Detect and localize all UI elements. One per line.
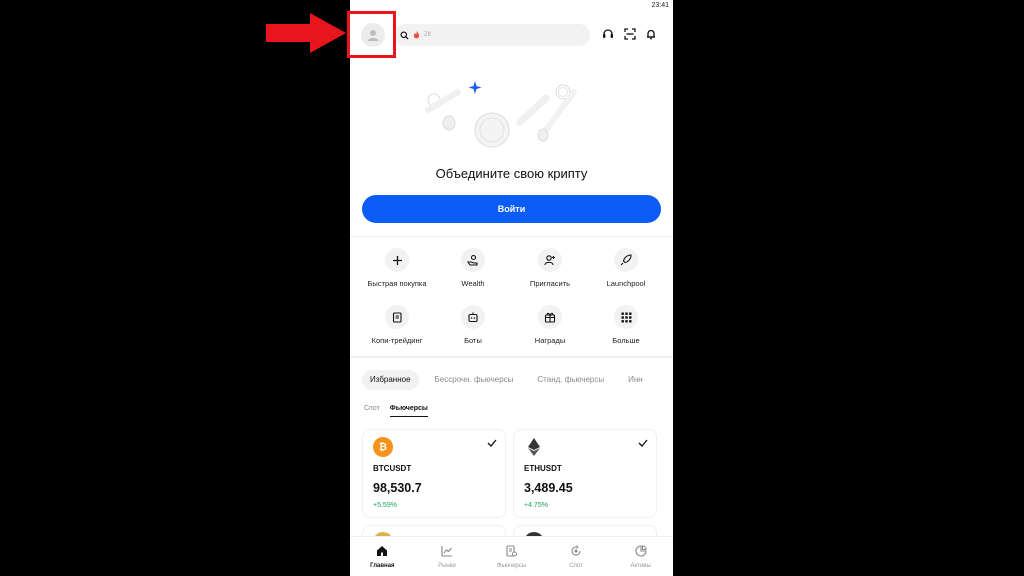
annotation-highlight <box>347 11 396 58</box>
action-label: Быстрая покупка <box>367 279 427 288</box>
tab-perpetual-futures[interactable]: Бессрочн. фьючерсы <box>427 370 522 390</box>
action-bots[interactable]: Боты <box>433 305 513 345</box>
search-icon <box>400 30 409 40</box>
nav-futures[interactable]: Фьючерсы <box>479 537 544 576</box>
copy-trading-icon <box>392 312 402 323</box>
pair-name: ETHUSDT <box>524 464 562 473</box>
nav-label: Спот <box>569 563 583 569</box>
wealth-icon <box>467 254 478 266</box>
pair-change: +4.75% <box>524 502 548 509</box>
nav-label: Главная <box>370 563 395 569</box>
nav-label: Активы <box>630 563 651 569</box>
action-rewards[interactable]: Награды <box>510 305 590 345</box>
action-more[interactable]: Больше <box>586 305 666 345</box>
gift-icon <box>544 312 556 323</box>
hero-title: Объедините свою крипту <box>435 166 588 181</box>
action-copy-trading[interactable]: Копи-трейдинг <box>357 305 437 345</box>
action-launchpool[interactable]: Launchpool <box>586 248 666 288</box>
action-label: Launchpool <box>606 279 646 288</box>
divider <box>350 236 673 237</box>
fire-icon <box>413 31 420 39</box>
scan-icon[interactable] <box>623 27 637 41</box>
home-icon <box>377 546 388 556</box>
action-label: Wealth <box>461 279 485 288</box>
assets-icon <box>635 545 647 557</box>
bottom-nav: Главная Рынки Фьючерсы Спот Активы <box>350 536 673 576</box>
nav-assets[interactable]: Активы <box>608 537 673 576</box>
action-quick-buy[interactable]: Быстрая покупка <box>357 248 437 288</box>
ethereum-icon <box>524 437 544 457</box>
invite-icon <box>544 255 555 266</box>
top-bar: ZK <box>350 18 673 52</box>
search-input[interactable]: ZK <box>394 24 590 46</box>
tab-favorites[interactable]: Избранное <box>362 370 419 390</box>
bitcoin-icon: ₿ <box>373 437 393 457</box>
favorite-card-eth[interactable]: ETHUSDT 3,489.45 +4.75% <box>513 429 657 518</box>
bot-icon <box>468 312 478 323</box>
spot-icon <box>571 545 581 556</box>
login-button[interactable]: Войти <box>362 195 661 223</box>
pair-price: 98,530.7 <box>373 481 422 495</box>
nav-markets[interactable]: Рынки <box>415 537 480 576</box>
subtab-futures[interactable]: Фьючерсы <box>389 405 428 417</box>
action-label: Награды <box>534 336 566 345</box>
sub-tabs: Спот Фьючерсы <box>364 405 428 417</box>
bell-icon[interactable] <box>644 27 658 41</box>
market-tabs: Избранное Бессрочн. фьючерсы Станд. фьюч… <box>362 370 651 392</box>
pair-name: BTCUSDT <box>373 464 412 473</box>
pair-price: 3,489.45 <box>524 481 573 495</box>
hero-illustration <box>425 81 577 148</box>
nav-label: Фьючерсы <box>496 563 527 569</box>
check-icon[interactable] <box>487 438 497 448</box>
markets-icon <box>441 546 452 557</box>
divider <box>350 356 673 358</box>
action-label: Больше <box>612 336 640 345</box>
tab-more[interactable]: Инн <box>620 370 651 390</box>
nav-label: Рынки <box>438 563 456 569</box>
action-label: Пригласить <box>529 279 571 288</box>
favorite-card-btc[interactable]: ₿ BTCUSDT 98,530.7 +5.59% <box>362 429 506 518</box>
nav-spot[interactable]: Спот <box>544 537 609 576</box>
phone-screen: 23:41 ZK Объедините свою крипту Войти Бы… <box>350 0 673 576</box>
action-invite[interactable]: Пригласить <box>510 248 590 288</box>
action-wealth[interactable]: Wealth <box>433 248 513 288</box>
tab-standard-futures[interactable]: Станд. фьючерсы <box>529 370 612 390</box>
pair-change: +5.59% <box>373 502 397 509</box>
search-placeholder: ZK <box>424 32 432 38</box>
rocket-icon <box>620 254 632 266</box>
annotation-arrow-icon <box>266 13 346 53</box>
nav-home[interactable]: Главная <box>350 537 415 576</box>
plus-icon <box>392 255 402 265</box>
action-label: Боты <box>464 336 482 345</box>
grid-icon <box>621 312 631 322</box>
check-icon[interactable] <box>638 438 648 448</box>
subtab-spot[interactable]: Спот <box>364 405 380 417</box>
futures-icon <box>506 545 518 557</box>
support-icon[interactable] <box>601 27 615 41</box>
action-label: Копи-трейдинг <box>371 336 423 345</box>
status-time: 23:41 <box>651 2 669 9</box>
